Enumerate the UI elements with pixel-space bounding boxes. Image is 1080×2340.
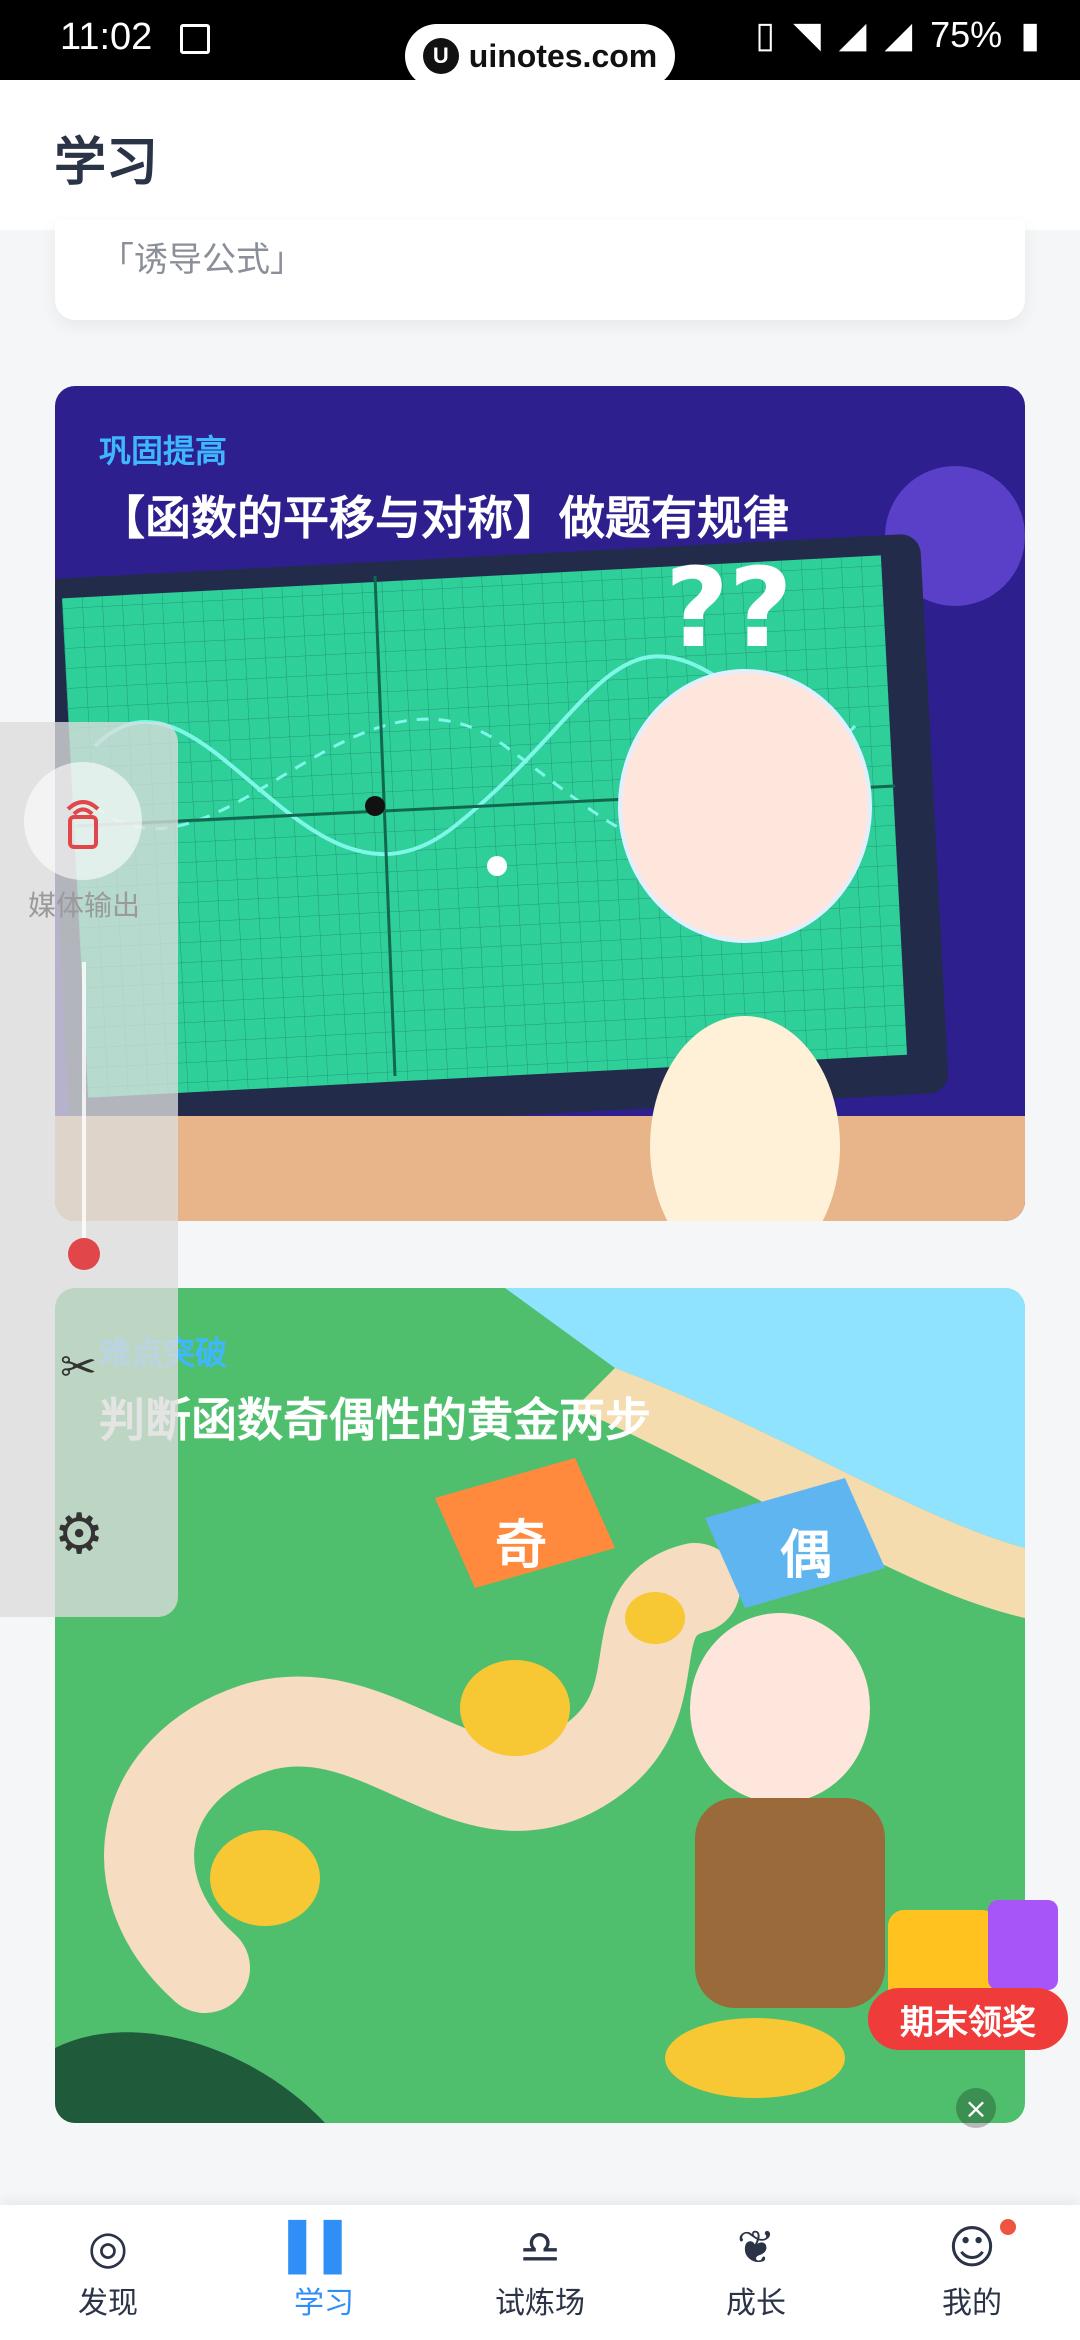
volume-track[interactable] [82, 962, 86, 1252]
nav-label: 我的 [942, 2286, 1002, 2321]
notification-dot [1000, 2219, 1016, 2235]
nav-label: 发现 [78, 2286, 138, 2321]
leaf-icon: ❦ [736, 2220, 776, 2274]
compass-icon: ◎ [87, 2220, 129, 2274]
previous-lesson-card[interactable]: 「诱导公式」 [55, 220, 1025, 320]
card-title: 【函数的平移与对称】做题有规律 [99, 491, 789, 545]
battery-icon: ▮ [1020, 14, 1040, 55]
vibrate-icon: ▯ [755, 14, 776, 55]
bell-icon: ♎ [519, 2220, 561, 2274]
svg-text:??: ?? [665, 544, 793, 672]
nav-item-growth[interactable]: ❦ 成长 [648, 2205, 864, 2340]
svg-text:奇: 奇 [495, 1516, 547, 1576]
cast-label: 媒体输出 [28, 889, 141, 922]
previous-lesson-title: 「诱导公式」 [100, 240, 304, 280]
wifi-icon: ◥ [793, 14, 821, 55]
image-notification-icon [180, 24, 210, 54]
scissors-icon[interactable]: ✂ [60, 1342, 97, 1393]
gear-icon[interactable]: ⚙ [54, 1502, 104, 1567]
nav-item-profile[interactable]: ☺ 我的 [864, 2205, 1080, 2340]
watermark-logo-icon: U [422, 38, 459, 74]
svg-text:偶: 偶 [780, 1526, 832, 1586]
signal-icon-2: ◢ [884, 14, 913, 55]
nav-label: 试炼场 [495, 2286, 585, 2321]
profile-icon: ☺ [948, 2220, 996, 2274]
nav-label: 成长 [726, 2286, 786, 2321]
book-icon: ▌▌ [288, 2220, 360, 2274]
status-indicators: ▯ ◥ ◢ ◢ 75% ▮ [755, 14, 1040, 56]
nav-label: 学习 [294, 2286, 354, 2321]
volume-handle[interactable] [68, 1238, 100, 1270]
card-title: 判断函数奇偶性的黄金两步 [99, 1393, 651, 1447]
page-title: 学习 [54, 133, 159, 193]
media-side-panel[interactable]: 媒体输出 ✂ ⚙ [0, 722, 178, 1617]
promo-label: 期末领奖 [868, 1988, 1068, 2050]
signal-icon: ◢ [838, 14, 867, 55]
cast-icon[interactable] [24, 762, 142, 880]
card-tag: 巩固提高 [99, 432, 228, 470]
nav-item-trial[interactable]: ♎ 试炼场 [432, 2205, 648, 2340]
close-icon[interactable]: × [956, 2088, 996, 2128]
gift-icon [988, 1900, 1058, 1990]
nav-item-discover[interactable]: ◎ 发现 [0, 2205, 216, 2340]
page-header: 学习 [0, 80, 1080, 230]
final-exam-reward-badge[interactable]: 期末领奖 × [868, 1900, 1068, 2128]
bottom-nav: ◎ 发现 ▌▌ 学习 ♎ 试炼场 ❦ 成长 ☺ 我的 [0, 2183, 1080, 2340]
status-time: 11:02 [60, 16, 153, 58]
nav-item-study[interactable]: ▌▌ 学习 [216, 2183, 432, 2340]
battery-level: 75% [930, 14, 1003, 55]
lesson-card-1[interactable]: ?? 巩固提高 【函数的平移与对称】做题有规律 [55, 386, 1025, 1221]
watermark-url: U uinotes.com [405, 24, 675, 88]
watermark-url-text: uinotes.com [468, 37, 658, 74]
